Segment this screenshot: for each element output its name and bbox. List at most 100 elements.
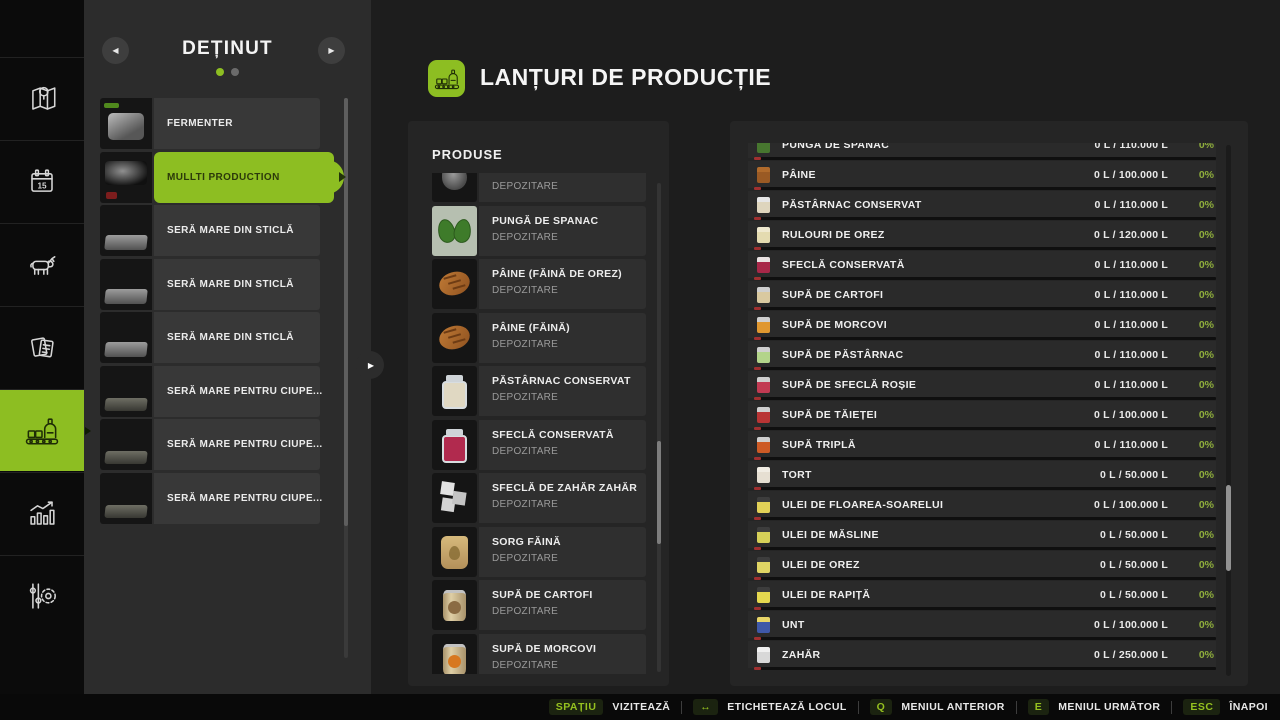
owned-building-item[interactable]: SERĂ MARE DIN STICLĂ xyxy=(100,258,320,310)
storage-scrollbar[interactable] xyxy=(1226,145,1231,676)
storage-row[interactable]: ZAHĂR 0 L / 250.000 L 0% xyxy=(748,641,1216,671)
product-mini-icon xyxy=(757,166,770,183)
key-hint[interactable]: Q MENIUL ANTERIOR xyxy=(869,698,1005,716)
product-mini-icon xyxy=(757,286,770,303)
storage-item-name: ZAHĂR xyxy=(782,648,821,661)
product-name: PÂINE (FĂINĂ DE OREZ) xyxy=(492,268,622,280)
storage-row[interactable]: PUNGĂ DE SPANAC 0 L / 110.000 L 0% xyxy=(748,143,1216,161)
storage-item-percent: 0% xyxy=(1198,378,1214,391)
storage-item-percent: 0% xyxy=(1198,288,1214,301)
product-mini-icon xyxy=(757,406,770,423)
owned-building-item[interactable]: SERĂ MARE DIN STICLĂ xyxy=(100,312,320,363)
sidebar-item-calendar[interactable]: 15 xyxy=(0,140,84,222)
storage-item-amount: 0 L / 100.000 L xyxy=(1093,408,1168,421)
storage-row[interactable]: ULEI DE RAPIȚĂ 0 L / 50.000 L 0% xyxy=(748,581,1216,611)
storage-item-name: PÂINE xyxy=(782,168,816,181)
building-thumbnail xyxy=(100,419,152,470)
product-mini-icon xyxy=(757,226,770,243)
product-card[interactable]: SUPĂ DE MORCOVI DEPOZITARE xyxy=(432,633,646,674)
key-hint[interactable]: ↔ ETICHETEAZĂ LOCUL xyxy=(693,698,846,716)
key-hint[interactable]: SPAȚIU VIZITEAZĂ xyxy=(548,698,671,716)
key-hint-label: ÎNAPOI xyxy=(1229,701,1268,713)
storage-row[interactable]: SUPĂ DE TĂIEȚEI 0 L / 100.000 L 0% xyxy=(748,401,1216,431)
storage-row[interactable]: PÂINE 0 L / 100.000 L 0% xyxy=(748,161,1216,191)
product-mini-icon xyxy=(757,556,770,573)
fill-level-bar xyxy=(754,367,1216,370)
panel-expand-button[interactable]: ▶ xyxy=(356,351,384,379)
key-hint[interactable]: E MENIUL URMĂTOR xyxy=(1027,698,1161,716)
storage-item-name: ULEI DE RAPIȚĂ xyxy=(782,588,871,601)
storage-row[interactable]: SFECLĂ CONSERVATĂ 0 L / 110.000 L 0% xyxy=(748,251,1216,281)
product-mini-icon xyxy=(757,586,770,603)
storage-row[interactable]: RULOURI DE OREZ 0 L / 120.000 L 0% xyxy=(748,221,1216,251)
owned-building-item[interactable]: SERĂ MARE PENTRU CIUPE... xyxy=(100,419,322,470)
storage-item-amount: 0 L / 50.000 L xyxy=(1100,588,1168,601)
product-card[interactable]: SFECLĂ DE ZAHĂR ZAHĂR DEPOZITARE xyxy=(432,473,646,523)
product-mini-icon xyxy=(757,196,770,213)
storage-row[interactable]: SUPĂ DE MORCOVI 0 L / 110.000 L 0% xyxy=(748,311,1216,341)
storage-item-amount: 0 L / 50.000 L xyxy=(1100,528,1168,541)
sidebar-item-finances[interactable] xyxy=(0,306,84,388)
sidebar-item-map[interactable] xyxy=(0,57,84,139)
key-hint-label: MENIUL URMĂTOR xyxy=(1058,701,1161,713)
key-hint-label: MENIUL ANTERIOR xyxy=(901,701,1005,713)
owned-scrollbar[interactable] xyxy=(344,98,348,658)
product-card[interactable]: PÂINE (FĂINĂ) DEPOZITARE xyxy=(432,312,646,363)
documents-icon xyxy=(31,336,54,357)
sidebar-item-production[interactable] xyxy=(0,389,91,471)
product-storage-label: DEPOZITARE xyxy=(492,552,559,564)
storage-item-percent: 0% xyxy=(1198,348,1214,361)
storage-row[interactable]: PĂSTÂRNAC CONSERVAT 0 L / 110.000 L 0% xyxy=(748,191,1216,221)
product-card[interactable]: PÂINE (FĂINĂ DE OREZ) DEPOZITARE xyxy=(432,259,646,309)
sidebar-item-settings[interactable] xyxy=(0,555,84,635)
sidebar-item-statistics[interactable] xyxy=(0,472,84,554)
storage-row[interactable]: UNT 0 L / 100.000 L 0% xyxy=(748,611,1216,641)
product-thumbnail-icon xyxy=(432,419,477,470)
owned-building-item[interactable]: SERĂ MARE PENTRU CIUPE... xyxy=(100,472,322,524)
storage-item-amount: 0 L / 110.000 L xyxy=(1094,198,1168,211)
product-card[interactable]: PĂSTÂRNAC CONSERVAT DEPOZITARE xyxy=(432,366,646,416)
storage-row[interactable]: ULEI DE FLOAREA-SOARELUI 0 L / 100.000 L… xyxy=(748,491,1216,521)
product-card[interactable]: SUPĂ DE CARTOFI DEPOZITARE xyxy=(432,580,646,630)
storage-item-name: PUNGĂ DE SPANAC xyxy=(782,143,890,151)
keycap: ↔ xyxy=(693,698,719,716)
keycap: ESC xyxy=(1183,698,1221,716)
fill-level-bar xyxy=(754,277,1216,280)
storage-item-percent: 0% xyxy=(1198,498,1214,511)
key-hint[interactable]: ESC ÎNAPOI xyxy=(1183,698,1268,716)
storage-item-name: ULEI DE OREZ xyxy=(782,558,860,571)
product-name: PUNGĂ DE SPANAC xyxy=(492,214,599,227)
owned-building-item[interactable]: FERMENTER xyxy=(100,98,320,149)
products-scrollbar[interactable] xyxy=(657,183,661,672)
storage-item-percent: 0% xyxy=(1198,528,1214,541)
product-card[interactable]: DEPOZITARE xyxy=(432,173,646,202)
product-card[interactable]: PUNGĂ DE SPANAC DEPOZITARE xyxy=(432,205,646,256)
building-label: SERĂ MARE DIN STICLĂ xyxy=(167,278,294,290)
keycap: SPAȚIU xyxy=(548,698,604,716)
map-icon xyxy=(32,86,56,110)
product-thumbnail-icon xyxy=(432,526,477,577)
owned-building-item[interactable]: SERĂ MARE PENTRU CIUPE... xyxy=(100,365,322,417)
fill-level-bar xyxy=(754,307,1216,310)
owned-building-item[interactable]: MULLTI PRODUCTION xyxy=(100,151,346,203)
fill-level-bar xyxy=(754,607,1216,610)
owned-building-item[interactable]: SERĂ MARE DIN STICLĂ xyxy=(100,205,320,256)
storage-item-percent: 0% xyxy=(1198,468,1214,481)
fill-level-bar xyxy=(754,157,1216,160)
storage-row[interactable]: TORT 0 L / 50.000 L 0% xyxy=(748,461,1216,491)
sidebar-item-animals[interactable] xyxy=(0,223,84,305)
product-storage-label: DEPOZITARE xyxy=(492,445,559,457)
product-card[interactable]: SORG FĂINĂ DEPOZITARE xyxy=(432,526,646,577)
storage-row[interactable]: ULEI DE MĂSLINE 0 L / 50.000 L 0% xyxy=(748,521,1216,551)
storage-item-name: SUPĂ DE TĂIEȚEI xyxy=(782,408,878,421)
storage-row[interactable]: SUPĂ DE SFECLĂ ROȘIE 0 L / 110.000 L 0% xyxy=(748,371,1216,401)
storage-row[interactable]: ULEI DE OREZ 0 L / 50.000 L 0% xyxy=(748,551,1216,581)
product-card[interactable]: SFECLĂ CONSERVATĂ DEPOZITARE xyxy=(432,419,646,470)
product-storage-label: DEPOZITARE xyxy=(492,392,559,403)
storage-row[interactable]: SUPĂ TRIPLĂ 0 L / 110.000 L 0% xyxy=(748,431,1216,461)
storage-item-percent: 0% xyxy=(1198,198,1214,211)
storage-row[interactable]: SUPĂ DE PĂSTÂRNAC 0 L / 110.000 L 0% xyxy=(748,341,1216,371)
storage-row[interactable]: SUPĂ DE CARTOFI 0 L / 110.000 L 0% xyxy=(748,281,1216,311)
product-mini-icon xyxy=(757,466,770,483)
product-name: SUPĂ DE MORCOVI xyxy=(492,642,597,655)
